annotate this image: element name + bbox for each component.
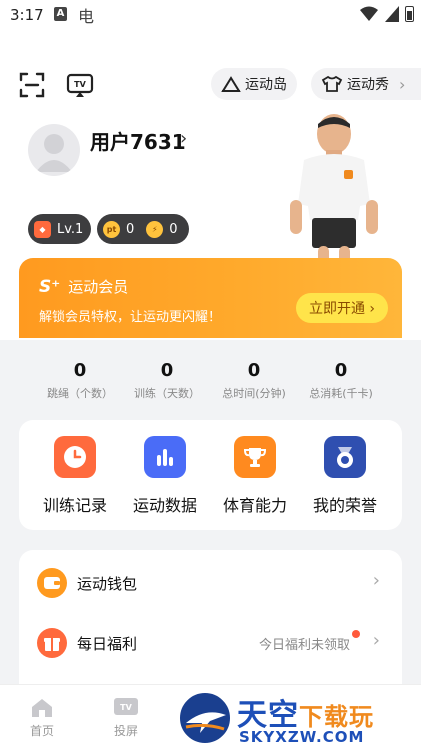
site-watermark: 天空下载玩 SKYXZW.COM	[175, 688, 421, 750]
chevron-right-icon: ›	[399, 74, 406, 94]
vip-subtitle: 解锁会员特权，让运动更闪耀！	[39, 310, 222, 325]
stat-value: 0	[247, 360, 261, 381]
my-honors-button[interactable]: 我的荣誉	[305, 436, 385, 516]
stat-label: 总消耗(千卡)	[309, 387, 373, 400]
tab-cast[interactable]: TV 投屏	[96, 697, 156, 739]
feature-label: 体育能力	[222, 496, 287, 515]
svg-text:TV: TV	[74, 80, 86, 89]
energy-points-value: 0	[169, 221, 178, 237]
stat-label: 总时间(分钟)	[222, 387, 286, 400]
menu-label: 每日福利	[77, 635, 138, 653]
tab-label: 投屏	[113, 724, 138, 738]
training-record-button[interactable]: 训练记录	[35, 436, 115, 516]
home-icon	[32, 699, 52, 717]
stat-total-time[interactable]: 0 总时间(分钟)	[204, 360, 304, 401]
tab-label: 首页	[29, 724, 54, 738]
pt-points-value: 0	[126, 221, 135, 237]
list-item-daily-welfare[interactable]: 每日福利 今日福利未领取 ›	[19, 612, 402, 672]
menu-list: 运动钱包 › 每日福利 今日福利未领取 ›	[19, 550, 402, 690]
svg-text:TV: TV	[120, 703, 132, 712]
signal-icon	[385, 6, 399, 22]
points-badge[interactable]: pt 0 ⚡ 0	[97, 214, 189, 244]
stat-total-calories[interactable]: 0 总消耗(千卡)	[291, 360, 391, 401]
bar-chart-icon	[144, 436, 186, 478]
wallet-icon	[37, 568, 67, 598]
clock-icon	[54, 436, 96, 478]
feature-grid: 训练记录 运动数据 体育能力 我的荣誉	[19, 420, 402, 530]
welfare-status-text: 今日福利未领取	[258, 638, 350, 653]
vip-title: 运动会员	[68, 278, 129, 296]
lightning-icon: ⚡	[146, 220, 164, 238]
list-item-wallet[interactable]: 运动钱包 ›	[19, 552, 402, 612]
watermark-url: SKYXZW.COM	[239, 728, 365, 746]
medal-icon	[324, 436, 366, 478]
avatar[interactable]	[28, 124, 80, 176]
scan-icon[interactable]	[18, 71, 46, 99]
default-avatar-icon	[36, 134, 72, 172]
stat-training-days[interactable]: 0 训练（天数）	[117, 360, 217, 401]
gift-icon	[37, 628, 67, 658]
trophy-icon	[234, 436, 276, 478]
stat-value: 0	[334, 360, 348, 381]
level-label: Lv.1	[57, 221, 84, 237]
stats-panel: 0 跳绳（个数） 0 训练（天数） 0 总时间(分钟) 0 总消耗(千卡)	[0, 340, 421, 412]
watermark-title-accent: 下载玩	[299, 703, 374, 731]
level-badge[interactable]: ◆ Lv.1	[28, 214, 92, 244]
menu-label: 运动钱包	[77, 575, 138, 593]
battery-icon	[405, 6, 414, 22]
chevron-right-icon: ›	[372, 570, 380, 591]
feature-label: 我的荣誉	[312, 496, 377, 515]
watermark-logo-icon	[177, 690, 233, 746]
notification-a-icon: A	[54, 7, 67, 21]
tv-cast-icon[interactable]: TV	[66, 71, 94, 99]
stat-value: 0	[73, 360, 87, 381]
sport-show-label: 运动秀	[347, 77, 389, 93]
vip-membership-card[interactable]: S⁺ 运动会员 解锁会员特权，让运动更闪耀！ 立即开通 ›	[19, 258, 402, 338]
stat-label: 训练（天数）	[134, 387, 200, 400]
stat-label: 跳绳（个数）	[47, 387, 113, 400]
island-icon	[221, 76, 241, 92]
shield-icon: ◆	[34, 220, 51, 238]
tshirt-icon	[321, 75, 343, 92]
chevron-right-icon: ›	[372, 630, 380, 651]
sport-ability-button[interactable]: 体育能力	[215, 436, 295, 516]
tv-icon: TV	[114, 698, 138, 715]
status-time: 3:17	[10, 6, 44, 24]
sport-island-button[interactable]: 运动岛	[211, 68, 297, 100]
sport-island-label: 运动岛	[245, 77, 287, 93]
sport-show-button[interactable]: 运动秀 ›	[311, 68, 421, 100]
vip-logo-icon: S⁺	[39, 276, 61, 297]
chevron-right-icon[interactable]: ›	[180, 128, 187, 149]
username[interactable]: 用户7631	[90, 126, 186, 155]
activate-vip-button[interactable]: 立即开通 ›	[296, 293, 388, 323]
status-bar: 3:17 A 电	[0, 0, 421, 30]
mascot-character	[290, 114, 378, 276]
wifi-icon	[360, 6, 378, 21]
stat-value: 0	[160, 360, 174, 381]
notification-b-icon: 电	[78, 7, 95, 26]
tab-home[interactable]: 首页	[12, 697, 72, 739]
notification-dot	[352, 630, 360, 638]
feature-label: 运动数据	[132, 496, 197, 515]
pt-coin-icon: pt	[103, 220, 120, 238]
feature-label: 训练记录	[42, 496, 107, 515]
sport-data-button[interactable]: 运动数据	[125, 436, 205, 516]
stat-jump-rope[interactable]: 0 跳绳（个数）	[30, 360, 130, 401]
